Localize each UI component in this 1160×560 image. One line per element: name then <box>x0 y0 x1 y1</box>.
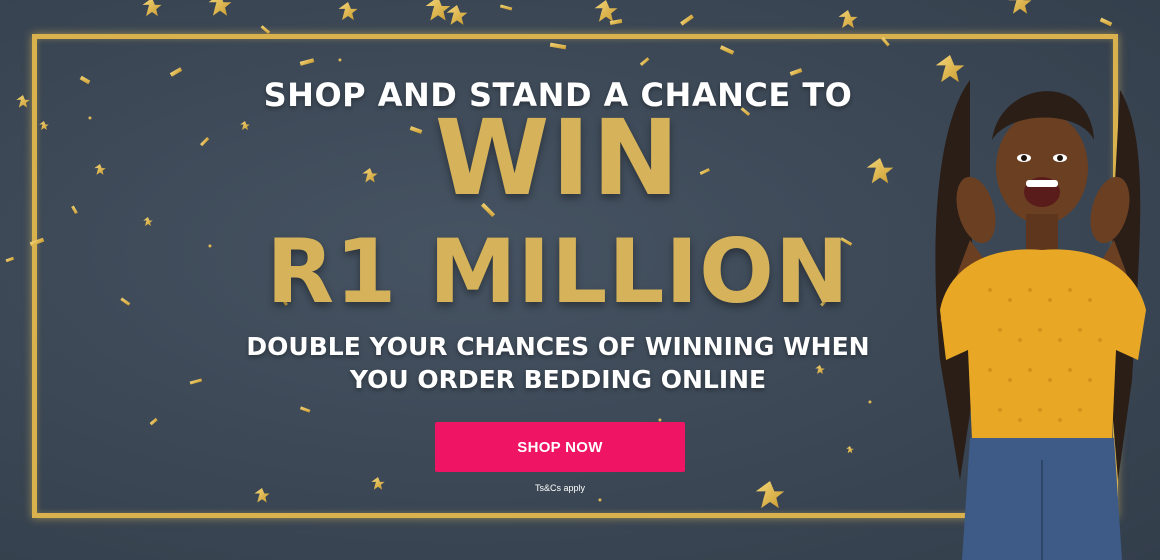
star-icon <box>142 0 162 17</box>
terms-link[interactable]: Ts&Cs apply <box>435 483 685 493</box>
star-icon <box>254 488 270 503</box>
smiling-woman-image <box>935 80 1146 560</box>
star-icon <box>1008 0 1032 14</box>
star-icon <box>594 0 618 22</box>
star-icon <box>208 0 232 16</box>
promo-banner[interactable]: SHOP AND STAND A CHANCE TO WIN R1 MILLIO… <box>0 0 1160 560</box>
star-icon <box>371 477 385 490</box>
star-icon <box>838 10 858 29</box>
star-icon <box>755 481 785 509</box>
shop-now-button[interactable]: SHOP NOW <box>435 422 685 472</box>
star-icon <box>846 446 854 454</box>
star-icon <box>446 5 468 25</box>
star-icon <box>425 0 451 21</box>
star-icon <box>338 2 358 21</box>
